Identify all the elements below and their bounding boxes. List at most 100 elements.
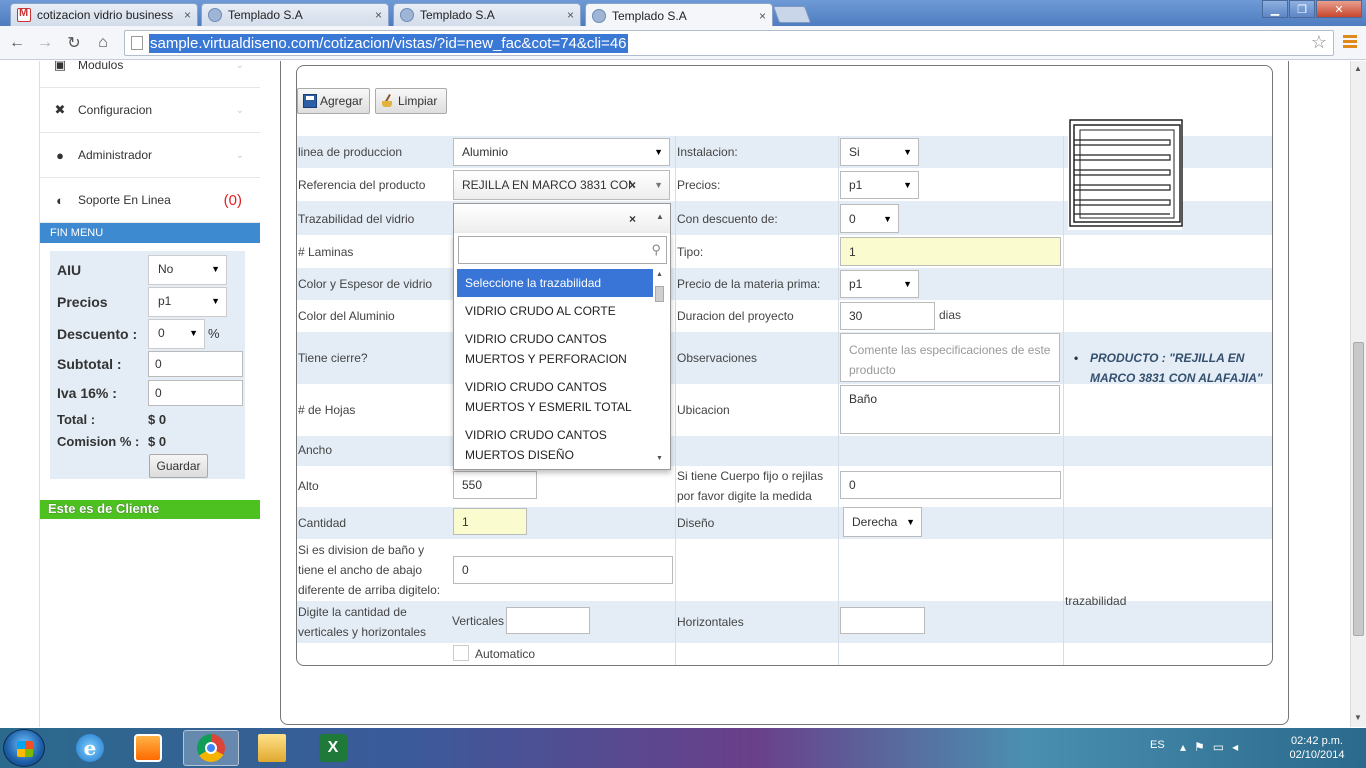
dropdown-arrow-icon: ▼ (883, 213, 892, 224)
agregar-label: Agregar (320, 94, 363, 108)
clock[interactable]: 02:42 p.m. 02/10/2014 (1282, 734, 1352, 762)
aiu-label: AIU (57, 262, 82, 278)
explorer-icon[interactable] (244, 730, 300, 766)
scroll-thumb[interactable] (655, 286, 664, 302)
scroll-down-icon[interactable]: ▼ (1354, 713, 1362, 722)
duracion-input[interactable]: 30 (840, 302, 935, 330)
cantidad-input[interactable]: 1 (453, 508, 527, 535)
minimize-button[interactable]: ▁ (1262, 0, 1288, 18)
scroll-up-icon[interactable]: ▲ (656, 271, 663, 278)
tab-templado-active[interactable]: Templado S.A × (585, 3, 773, 27)
observaciones-textarea[interactable]: Comente las especificaciones de este pro… (840, 333, 1060, 382)
alto-input[interactable]: 550 (453, 471, 537, 499)
back-icon[interactable]: ← (6, 32, 28, 54)
percent-unit: % (208, 326, 220, 341)
materia-prima-select[interactable]: p1 ▼ (840, 270, 919, 298)
automatico-label: Automatico (475, 647, 536, 661)
precios-select[interactable]: p1 ▼ (840, 171, 919, 199)
subtotal-label: Subtotal : (57, 356, 122, 372)
forward-icon[interactable]: → (34, 32, 56, 54)
save-icon (303, 94, 317, 108)
reload-icon[interactable]: ↻ (63, 32, 85, 54)
alto-label: Alto (298, 479, 319, 493)
scroll-down-icon[interactable]: ▼ (656, 455, 663, 462)
page-scrollbar[interactable]: ▲ ▼ (1350, 61, 1366, 727)
chrome-icon[interactable] (183, 730, 239, 766)
search-icon: ⚲ (651, 242, 661, 257)
precios-value: p1 (849, 178, 863, 192)
ubicacion-textarea[interactable]: Baño (840, 385, 1060, 434)
new-tab-button[interactable] (772, 6, 812, 23)
con-descuento-value: 0 (849, 211, 856, 226)
cuerpo-fijo-input[interactable]: 0 (840, 471, 1061, 499)
language-indicator[interactable]: ES (1150, 739, 1165, 751)
sidebar-item-administrador[interactable]: ● Administrador ⌄ (40, 133, 260, 178)
tipo-input[interactable]: 1 (840, 237, 1061, 266)
guardar-button[interactable]: Guardar (149, 454, 208, 478)
precios-value: p1 (158, 294, 172, 308)
home-icon[interactable]: ⌂ (92, 32, 114, 54)
scroll-up-icon[interactable]: ▲ (1354, 64, 1362, 73)
diseno-select[interactable]: Derecha ▼ (843, 507, 922, 537)
excel-icon[interactable]: X (305, 730, 361, 766)
sidebar-item-soporte[interactable]: ◐ Soporte En Linea (0) (40, 178, 260, 223)
cliente-banner: Este es de Cliente (40, 500, 260, 519)
close-icon[interactable]: × (567, 8, 574, 22)
sidebar-item-modulos[interactable]: ▣ Modulos ⌄ (40, 61, 260, 88)
close-icon[interactable]: × (759, 9, 766, 23)
clear-icon[interactable]: × (629, 178, 636, 192)
address-bar[interactable]: sample.virtualdiseno.com/cotizacion/vist… (124, 30, 1334, 56)
limpiar-button[interactable]: Limpiar (375, 88, 447, 114)
agregar-button[interactable]: Agregar (297, 88, 370, 114)
close-window-button[interactable]: ✕ (1316, 0, 1362, 18)
referencia-select[interactable]: REJILLA EN MARCO 3831 CON ALAFAJIA × ▼ (453, 170, 670, 200)
maximize-button[interactable]: ❐ (1289, 0, 1315, 18)
sidebar-item-configuracion[interactable]: ✖ Configuracion ⌄ (40, 88, 260, 133)
media-player-icon[interactable] (120, 730, 176, 766)
division-label: Si es division de baño y tiene el ancho … (298, 543, 441, 597)
tab-templado-2[interactable]: Templado S.A × (393, 3, 581, 26)
dropdown-arrow-icon: ▼ (189, 328, 198, 338)
dropdown-option[interactable]: VIDRIO CRUDO AL CORTE (457, 297, 653, 325)
clear-icon[interactable]: × (629, 212, 636, 226)
dropdown-option[interactable]: VIDRIO CRUDO CANTOS MUERTOS Y PERFORACIO… (457, 325, 653, 373)
descuento-select[interactable]: 0 ▼ (148, 319, 205, 349)
chrome-menu-icon[interactable] (1343, 35, 1357, 50)
precios-select[interactable]: p1 ▼ (148, 287, 227, 317)
dropdown-option[interactable]: Seleccione la trazabilidad (457, 269, 653, 297)
division-input[interactable]: 0 (453, 556, 673, 584)
close-icon[interactable]: × (184, 8, 191, 22)
aiu-select[interactable]: No ▼ (148, 255, 227, 285)
horizontales-input[interactable] (840, 607, 925, 634)
tab-title: Templado S.A (420, 8, 495, 22)
column-divider (1063, 136, 1064, 665)
aiu-value: No (158, 262, 174, 276)
scroll-thumb[interactable] (1353, 342, 1364, 636)
subtotal-input[interactable]: 0 (148, 351, 243, 377)
con-descuento-select[interactable]: 0 ▼ (840, 204, 899, 233)
trazabilidad-select[interactable]: × ▲ (453, 203, 671, 233)
iva-input[interactable]: 0 (148, 380, 243, 406)
dropdown-option[interactable]: VIDRIO CRUDO CANTOS MUERTOS DISEÑO (457, 421, 653, 467)
tab-title: Templado S.A (612, 8, 687, 23)
automatico-checkbox[interactable] (453, 645, 469, 661)
tools-icon: ✖ (54, 102, 66, 117)
tab-templado-1[interactable]: Templado S.A × (201, 3, 389, 26)
instalacion-select[interactable]: Si ▼ (840, 138, 919, 166)
url-text[interactable]: sample.virtualdiseno.com/cotizacion/vist… (149, 34, 628, 53)
verticales-input[interactable] (506, 607, 590, 634)
dropdown-scrollbar[interactable]: ▲ ▼ (653, 269, 666, 467)
modules-icon: ▣ (53, 61, 67, 72)
tray-icons[interactable]: ▴⚑▭◂ (1180, 740, 1246, 754)
linea-select[interactable]: Aluminio ▼ (453, 138, 670, 166)
bookmark-star-icon[interactable]: ☆ (1311, 32, 1327, 53)
close-icon[interactable]: × (375, 8, 382, 22)
product-image (1068, 118, 1183, 230)
ie-icon[interactable]: e (62, 730, 118, 766)
tab-gmail[interactable]: cotizacion vidrio business × (10, 3, 198, 26)
sidebar: ▣ Modulos ⌄ ✖ Configuracion ⌄ ● Administ… (40, 61, 260, 727)
start-button[interactable] (3, 729, 45, 767)
trazabilidad-search-input[interactable]: ⚲ (458, 236, 667, 264)
chevron-down-icon: ⌄ (235, 61, 244, 71)
dropdown-option[interactable]: VIDRIO CRUDO CANTOS MUERTOS Y ESMERIL TO… (457, 373, 653, 421)
